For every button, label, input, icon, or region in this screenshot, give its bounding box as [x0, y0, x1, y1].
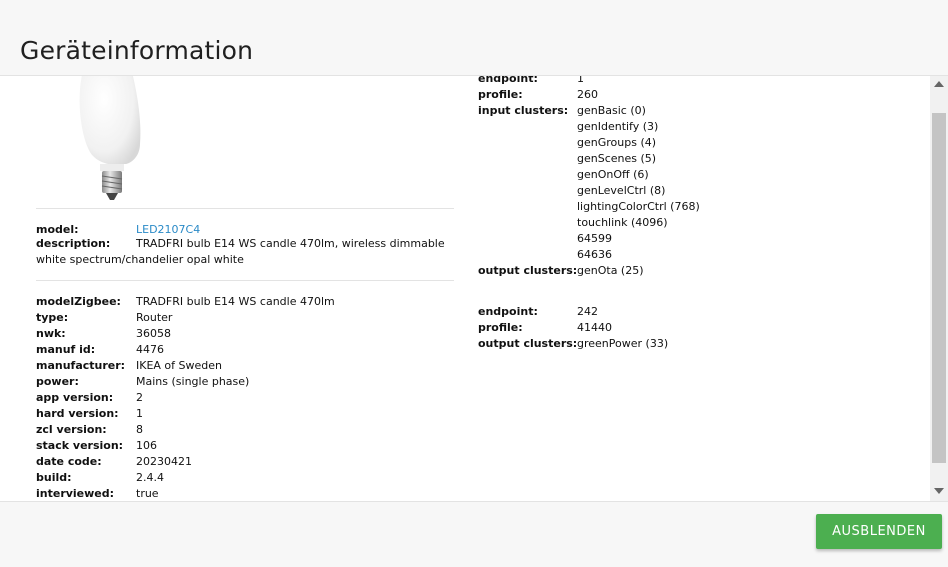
divider — [36, 208, 454, 209]
dialog-title: Geräteinformation — [20, 36, 254, 65]
description-row: description: TRADFRI bulb E14 WS candle 4… — [36, 236, 454, 268]
dialog-footer: AUSBLENDEN — [0, 501, 948, 567]
device-image — [36, 76, 186, 208]
scroll-down-arrow-icon[interactable] — [934, 488, 944, 494]
divider — [36, 280, 454, 281]
hide-button[interactable]: AUSBLENDEN — [816, 514, 942, 549]
description-label: description: — [36, 237, 111, 250]
vertical-scrollbar[interactable] — [930, 76, 948, 501]
scroll-up-arrow-icon[interactable] — [934, 81, 944, 87]
scrollbar-thumb[interactable] — [932, 113, 946, 463]
dialog-content[interactable]: model: LED2107C4 description: TRADFRI bul… — [0, 76, 930, 501]
dialog-header: Geräteinformation — [0, 0, 948, 76]
